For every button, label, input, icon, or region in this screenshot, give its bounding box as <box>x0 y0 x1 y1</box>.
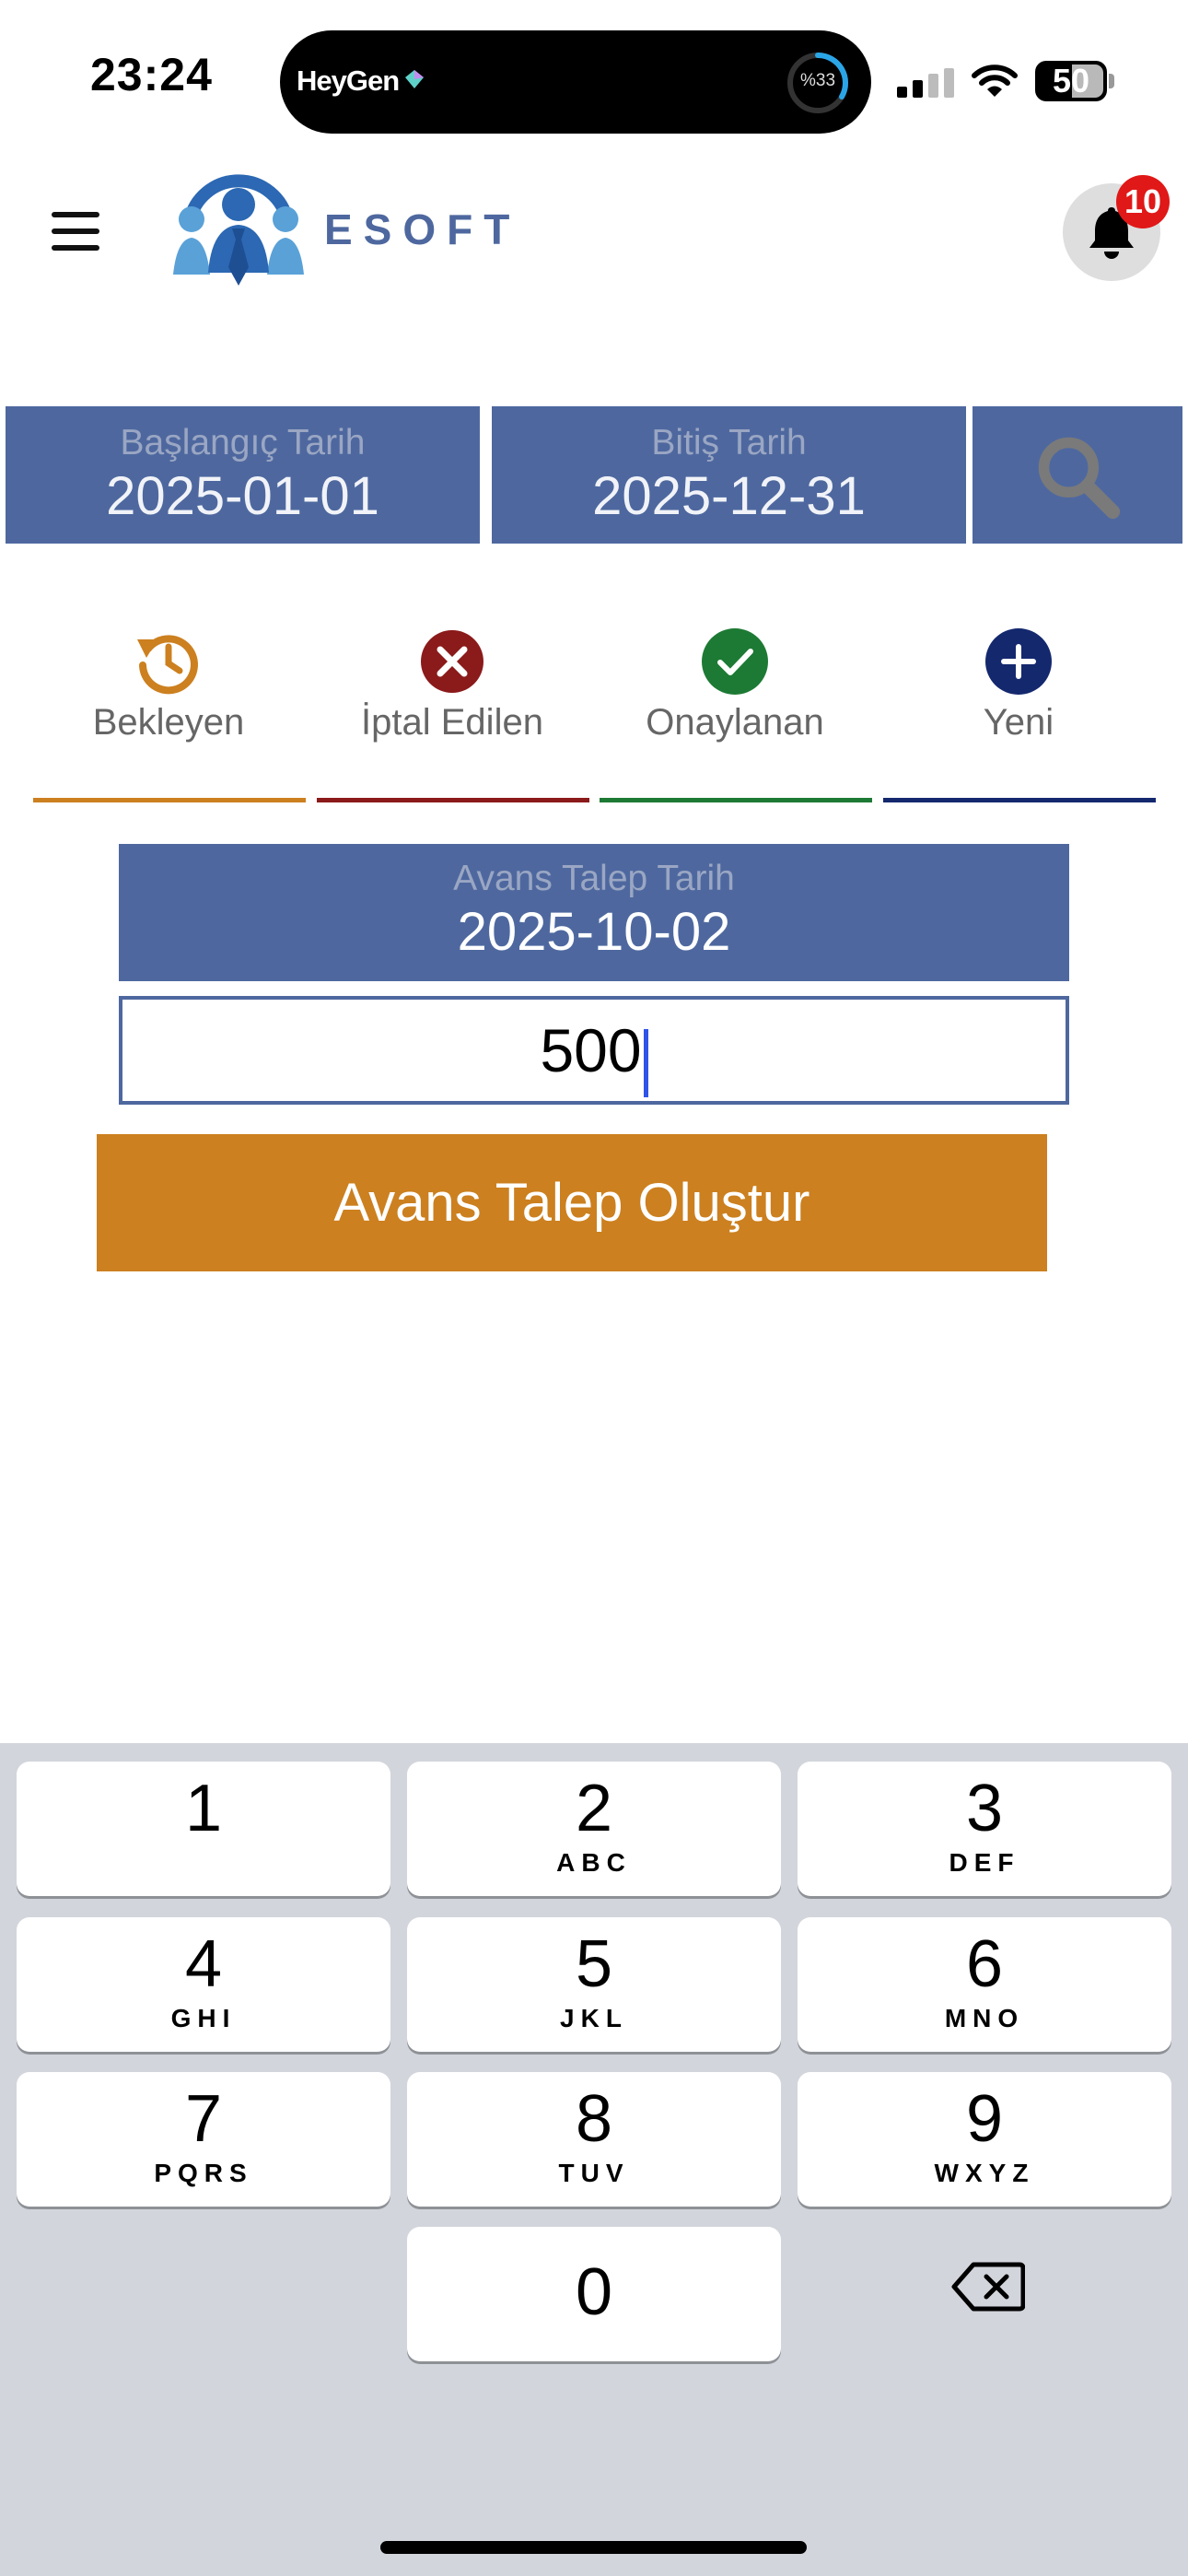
tab-underline-cancelled <box>317 798 589 802</box>
key-digit: 4 <box>184 1927 223 2001</box>
search-button[interactable] <box>973 406 1182 544</box>
key-letters: ABC <box>556 1848 632 1877</box>
end-date-value: 2025-12-31 <box>592 466 866 526</box>
start-date-field[interactable]: Başlangıç Tarih 2025-01-01 <box>6 406 480 544</box>
wifi-icon <box>972 64 1018 97</box>
tab-label: Bekleyen <box>92 702 245 743</box>
tab-label: Yeni <box>983 702 1054 743</box>
advance-date-value: 2025-10-02 <box>457 902 731 962</box>
end-date-field[interactable]: Bitiş Tarih 2025-12-31 <box>492 406 966 544</box>
text-caret <box>643 1028 648 1097</box>
battery-level-text: 50 <box>1052 62 1090 100</box>
notification-count-badge: 10 <box>1116 175 1170 228</box>
start-date-label: Başlangıç Tarih <box>120 423 366 463</box>
island-progress-text: %33 <box>799 71 836 90</box>
heygen-gem-icon <box>405 70 424 88</box>
esoft-logo-icon <box>173 174 304 286</box>
end-date-label: Bitiş Tarih <box>651 423 807 463</box>
cancel-circle-icon <box>421 630 483 693</box>
hamburger-menu-icon[interactable] <box>52 212 99 251</box>
tab-label: İptal Edilen <box>361 702 543 743</box>
brand-name: ESOFT <box>324 205 521 253</box>
search-icon <box>1038 437 1121 520</box>
key-5[interactable]: 5 JKL <box>407 1917 781 2052</box>
key-letters: PQRS <box>154 2159 253 2187</box>
key-digit: 6 <box>965 1927 1004 2001</box>
create-advance-request-button[interactable]: Avans Talep Oluştur <box>97 1134 1047 1271</box>
amount-value: 500 <box>540 1016 642 1084</box>
key-digit: 9 <box>965 2082 1004 2156</box>
key-digit: 5 <box>575 1927 613 2001</box>
tab-new[interactable]: Yeni <box>890 626 1147 744</box>
tab-label: Onaylanan <box>646 702 824 743</box>
key-7[interactable]: 7 PQRS <box>17 2072 390 2207</box>
battery-tip <box>1109 74 1114 88</box>
key-letters: DEF <box>949 1848 1020 1877</box>
advance-request-date-field[interactable]: Avans Talep Tarih 2025-10-02 <box>119 844 1069 981</box>
key-4[interactable]: 4 GHI <box>17 1917 390 2052</box>
advance-date-label: Avans Talep Tarih <box>453 859 735 898</box>
key-digit: 3 <box>965 1772 1004 1845</box>
check-circle-icon <box>702 628 768 695</box>
amount-input[interactable]: 500 <box>119 996 1069 1105</box>
key-letters: WXYZ <box>934 2159 1035 2187</box>
tab-pending[interactable]: Bekleyen <box>40 626 297 744</box>
plus-circle-icon <box>985 628 1052 695</box>
key-digit: 0 <box>575 2255 613 2329</box>
tab-underline-pending <box>33 798 306 802</box>
key-digit: 1 <box>184 1772 223 1845</box>
key-digit: 7 <box>184 2082 223 2156</box>
key-letters: JKL <box>560 2004 628 2032</box>
tab-approved[interactable]: Onaylanan <box>606 626 864 744</box>
cellular-signal-icon <box>897 68 954 98</box>
key-8[interactable]: 8 TUV <box>407 2072 781 2207</box>
start-date-value: 2025-01-01 <box>106 466 379 526</box>
key-9[interactable]: 9 WXYZ <box>798 2072 1171 2207</box>
key-digit: 8 <box>575 2082 613 2156</box>
key-2[interactable]: 2 ABC <box>407 1762 781 1896</box>
key-letters: MNO <box>944 2004 1025 2032</box>
key-3[interactable]: 3 DEF <box>798 1762 1171 1896</box>
key-digit: 2 <box>575 1772 613 1845</box>
tab-cancelled[interactable]: İptal Edilen <box>323 626 581 744</box>
key-letters: TUV <box>558 2159 630 2187</box>
island-app-name: HeyGen <box>297 64 400 97</box>
key-0[interactable]: 0 <box>407 2227 781 2361</box>
key-6[interactable]: 6 MNO <box>798 1917 1171 2052</box>
history-icon <box>137 635 198 695</box>
backspace-icon[interactable] <box>951 2259 1025 2314</box>
numeric-keypad: 1 2 ABC 3 DEF 4 GHI 5 JKL 6 MNO 7 PQRS 8… <box>0 1743 1188 2576</box>
status-time: 23:24 <box>90 49 213 100</box>
tab-underline-approved <box>600 798 872 802</box>
key-letters: GHI <box>170 2004 237 2032</box>
tab-underline-new <box>883 798 1156 802</box>
home-indicator <box>380 2541 807 2554</box>
key-1[interactable]: 1 <box>17 1762 390 1896</box>
